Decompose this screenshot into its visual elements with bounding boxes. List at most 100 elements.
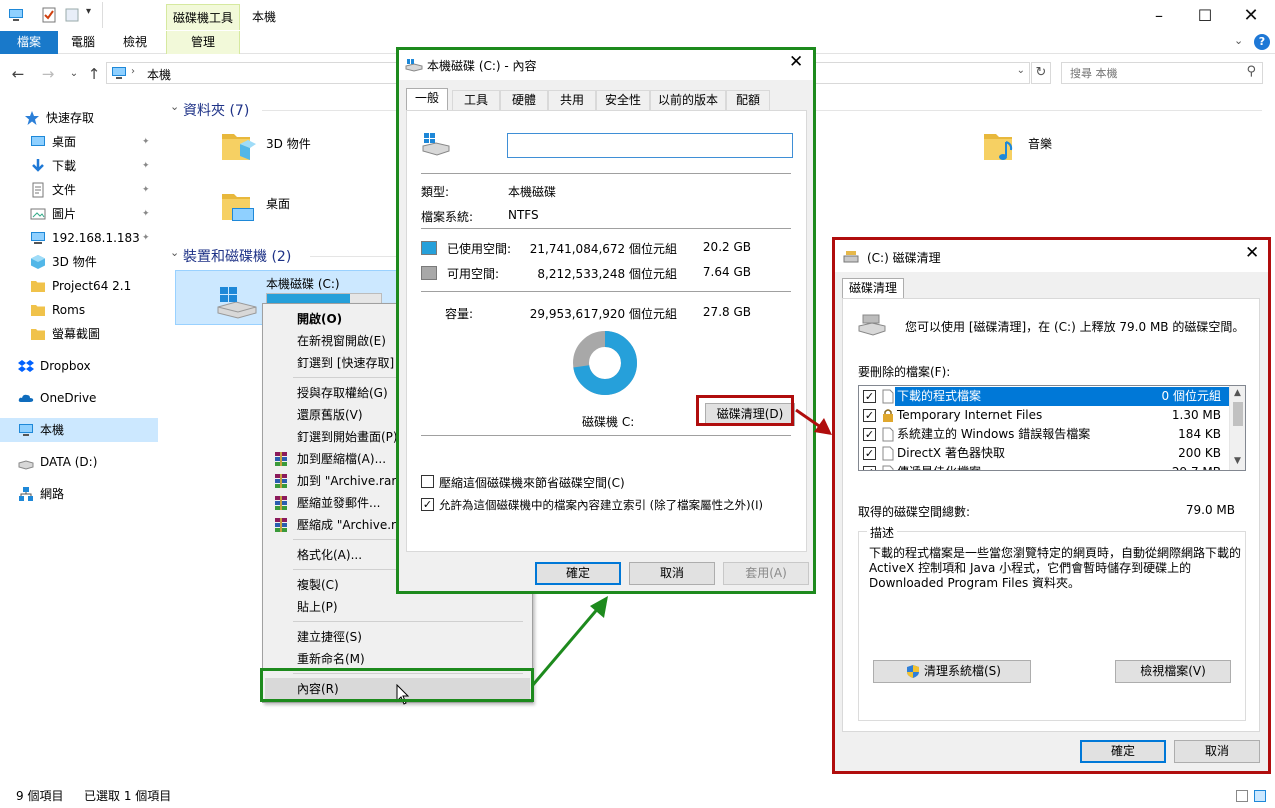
sidebar-item-label: 192.168.1.183 [52, 231, 140, 245]
new-folder-icon[interactable] [64, 7, 80, 23]
context-menu-item[interactable]: 貼上(P) [265, 596, 530, 618]
volume-name-input[interactable] [507, 133, 793, 158]
sidebar-item[interactable]: 192.168.1.183 ✦ [0, 226, 158, 250]
3d-objects-folder-icon[interactable] [220, 130, 256, 164]
up-button[interactable]: ↑ [84, 64, 104, 84]
tab-security[interactable]: 安全性 [596, 90, 650, 110]
file-category-row[interactable]: ✓ Temporary Internet Files 1.30 MB [859, 406, 1229, 425]
recent-locations-icon[interactable]: ⌄ [64, 64, 84, 84]
search-box[interactable]: ⚲ [1061, 62, 1263, 84]
tab-manage[interactable]: 管理 [166, 31, 240, 54]
tab-sharing[interactable]: 共用 [548, 90, 596, 110]
help-icon[interactable]: ? [1254, 34, 1270, 50]
sidebar-item[interactable]: DATA (D:) [0, 450, 158, 474]
scroll-up-icon[interactable]: ▲ [1234, 388, 1241, 398]
context-menu-item-label: 壓縮並發郵件... [297, 496, 381, 510]
tab-previous-versions[interactable]: 以前的版本 [650, 90, 726, 110]
desktop-folder-icon[interactable] [220, 190, 256, 224]
file-category-name: 系統建立的 Windows 錯誤報告檔案 [897, 427, 1091, 441]
address-dropdown-icon[interactable]: ⌄ [1017, 65, 1025, 76]
disk-cleanup-highlight-box [696, 395, 794, 426]
cancel-button[interactable]: 取消 [629, 562, 715, 585]
sidebar-item[interactable]: 下載 ✦ [0, 154, 158, 178]
file-category-checkbox[interactable]: ✓ [863, 466, 876, 470]
file-category-row[interactable]: ✓ DirectX 著色器快取 200 KB [859, 444, 1229, 463]
index-drive-checkbox[interactable]: ✓ [421, 498, 434, 511]
group-collapse-icon[interactable]: ⌄ [170, 246, 179, 259]
apply-button[interactable]: 套用(A) [723, 562, 809, 585]
scroll-thumb[interactable] [1233, 402, 1243, 426]
tab-quota[interactable]: 配額 [726, 90, 770, 110]
ok-button[interactable]: 確定 [535, 562, 621, 585]
forward-button[interactable]: → [38, 64, 58, 84]
sidebar-item[interactable]: 桌面 ✦ [0, 130, 158, 154]
scroll-down-icon[interactable]: ▼ [1234, 456, 1241, 466]
file-category-row[interactable]: ✓ 系統建立的 Windows 錯誤報告檔案 184 KB [859, 425, 1229, 444]
group-collapse-icon[interactable]: ⌄ [170, 100, 179, 113]
sidebar-item[interactable]: 螢幕截圖 [0, 322, 158, 346]
qat-dropdown-icon[interactable]: ▾ [86, 6, 91, 17]
folder-music-label[interactable]: 音樂 [1028, 135, 1052, 152]
tab-view[interactable]: 檢視 [112, 31, 158, 54]
back-button[interactable]: ← [8, 64, 28, 84]
music-folder-icon[interactable] [982, 130, 1018, 164]
sidebar-item[interactable]: Roms [0, 298, 158, 322]
close-button[interactable]: ✕ [1228, 0, 1274, 31]
list-scrollbar[interactable]: ▲ ▼ [1229, 386, 1245, 470]
search-input[interactable] [1068, 65, 1238, 81]
tab-general[interactable]: 一般 [406, 88, 448, 110]
minimize-button[interactable]: – [1136, 0, 1182, 31]
item-count: 9 個項目 [16, 789, 64, 803]
sidebar-item[interactable]: Project64 2.1 [0, 274, 158, 298]
drive-caption: 磁碟機 C: [582, 415, 635, 429]
properties-icon[interactable] [41, 7, 57, 23]
sidebar-item[interactable]: Dropbox [0, 354, 158, 378]
sidebar-item[interactable]: 本機 [0, 418, 158, 442]
files-to-delete-list[interactable]: ✓ 下載的程式檔案 0 個位元組 ✓ Temporary Internet Files 1… [858, 385, 1246, 471]
refresh-button[interactable]: ↻ [1031, 62, 1051, 84]
title-divider [102, 2, 103, 28]
tiles-view-icon[interactable] [1254, 790, 1266, 802]
file-category-row[interactable]: ✓ 傳遞最佳化檔案 29.7 MB [859, 463, 1229, 470]
sidebar-item[interactable]: 3D 物件 [0, 250, 158, 274]
context-menu-item[interactable]: 建立捷徑(S) [265, 626, 530, 648]
compress-drive-checkbox[interactable] [421, 475, 434, 488]
search-icon[interactable]: ⚲ [1246, 64, 1256, 79]
tab-hardware[interactable]: 硬體 [500, 90, 548, 110]
folder-icon [30, 278, 46, 294]
dialog-close-button[interactable]: ✕ [1245, 243, 1259, 263]
maximize-button[interactable]: ☐ [1182, 0, 1228, 31]
folder-icon [30, 302, 46, 318]
sidebar-item[interactable]: 圖片 ✦ [0, 202, 158, 226]
folder-desktop-label[interactable]: 桌面 [266, 195, 290, 212]
details-view-icon[interactable] [1236, 790, 1248, 802]
cancel-button[interactable]: 取消 [1174, 740, 1260, 763]
file-category-checkbox[interactable]: ✓ [863, 390, 876, 403]
sidebar-item[interactable]: OneDrive [0, 386, 158, 410]
compress-drive-label[interactable]: 壓縮這個磁碟機來節省磁碟空間(C) [439, 474, 625, 491]
devices-group-header[interactable]: 裝置和磁碟機 (2) [183, 246, 291, 266]
clean-system-files-button[interactable]: 清理系統檔(S) [873, 660, 1031, 683]
file-category-checkbox[interactable]: ✓ [863, 409, 876, 422]
sidebar-item[interactable]: 快速存取 [0, 106, 158, 130]
file-category-checkbox[interactable]: ✓ [863, 447, 876, 460]
sidebar-item[interactable]: 文件 ✦ [0, 178, 158, 202]
context-menu-item[interactable]: 重新命名(M) [265, 648, 530, 670]
tab-disk-cleanup[interactable]: 磁碟清理 [842, 278, 904, 300]
tab-file[interactable]: 檔案 [0, 31, 58, 54]
address-text[interactable]: 本機 [147, 66, 171, 83]
ribbon-expand-icon[interactable]: ⌄ [1234, 34, 1243, 47]
file-category-row[interactable]: ✓ 下載的程式檔案 0 個位元組 [859, 387, 1229, 406]
view-files-button[interactable]: 檢視檔案(V) [1115, 660, 1231, 683]
dialog-close-button[interactable]: ✕ [789, 52, 803, 72]
folder-3d-objects-label[interactable]: 3D 物件 [266, 135, 311, 152]
ok-button[interactable]: 確定 [1080, 740, 1166, 763]
index-drive-label[interactable]: 允許為這個磁碟機中的檔案內容建立索引 (除了檔案屬性之外)(I) [439, 497, 763, 513]
tab-tools[interactable]: 工具 [452, 90, 500, 110]
this-pc-icon [9, 9, 23, 21]
tab-computer[interactable]: 電腦 [60, 31, 106, 54]
file-category-checkbox[interactable]: ✓ [863, 428, 876, 441]
breadcrumb-chevron-icon[interactable]: › [131, 66, 135, 77]
sidebar-item[interactable]: 網路 [0, 482, 158, 506]
folders-group-header[interactable]: 資料夾 (7) [183, 100, 249, 120]
